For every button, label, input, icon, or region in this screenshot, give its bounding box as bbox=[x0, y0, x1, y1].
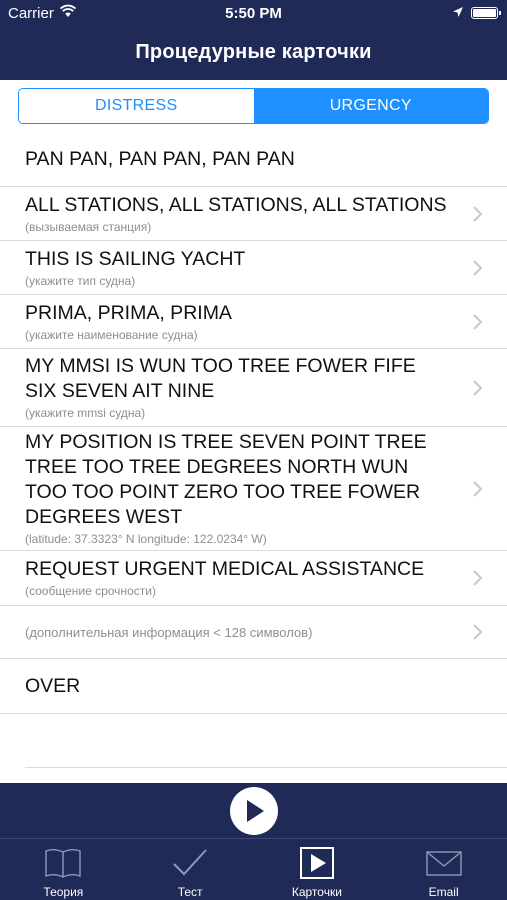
chevron-right-icon bbox=[473, 313, 482, 330]
battery-icon bbox=[471, 7, 501, 19]
row-main-text: REQUEST URGENT MEDICAL ASSISTANCE bbox=[25, 558, 425, 580]
mode-segmented-control: DISTRESS URGENCY bbox=[18, 88, 489, 124]
list-item-urgency-message[interactable]: REQUEST URGENT MEDICAL ASSISTANCE (сообщ… bbox=[0, 551, 507, 606]
tab-label: Email bbox=[428, 885, 459, 899]
list-item-position[interactable]: MY POSITION IS TREE SEVEN POINT TREE TRE… bbox=[0, 427, 507, 551]
tab-theory[interactable]: Теория bbox=[0, 839, 127, 900]
tab-label: Тест bbox=[177, 885, 203, 899]
page-title: Процедурные карточки bbox=[135, 41, 372, 63]
chevron-right-icon bbox=[473, 379, 482, 396]
procedure-list: PAN PAN, PAN PAN, PAN PAN ALL STATIONS, … bbox=[0, 132, 507, 768]
row-hint-text: (сообщение срочности) bbox=[25, 584, 156, 598]
row-hint-text: (дополнительная информация < 128 символо… bbox=[25, 624, 313, 640]
tab-email[interactable]: Email bbox=[380, 839, 507, 900]
play-button[interactable] bbox=[230, 787, 278, 835]
tab-label: Теория bbox=[43, 885, 84, 899]
envelope-icon bbox=[425, 851, 462, 876]
play-icon bbox=[247, 800, 264, 822]
navigation-header: Carrier 5:50 PM Процедурные карточки bbox=[0, 0, 507, 80]
row-hint-text: (latitude: 37.3323° N longitude: 122.023… bbox=[25, 532, 267, 546]
row-hint-text: (укажите тип судна) bbox=[25, 273, 136, 288]
tab-test[interactable]: Тест bbox=[127, 839, 254, 900]
list-item-all-stations[interactable]: ALL STATIONS, ALL STATIONS, ALL STATIONS… bbox=[0, 187, 507, 241]
row-hint-text: (укажите наименование судна) bbox=[25, 327, 198, 342]
list-item-mmsi[interactable]: MY MMSI IS WUN TOO TREE FOWER FIFE SIX S… bbox=[0, 349, 507, 427]
status-time: 5:50 PM bbox=[225, 5, 282, 22]
chevron-right-icon bbox=[473, 570, 482, 586]
row-main-text: OVER bbox=[25, 674, 81, 697]
row-main-text: MY MMSI IS WUN TOO TREE FOWER FIFE SIX S… bbox=[25, 355, 416, 402]
chevron-right-icon bbox=[473, 480, 482, 497]
segment-urgency[interactable]: URGENCY bbox=[253, 89, 488, 123]
row-main-text: PRIMA, PRIMA, PRIMA bbox=[25, 301, 232, 324]
checkmark-icon bbox=[173, 849, 207, 876]
list-item-empty bbox=[25, 714, 507, 768]
row-main-text: MY POSITION IS TREE SEVEN POINT TREE TRE… bbox=[25, 431, 427, 528]
list-item-vessel-type[interactable]: THIS IS SAILING YACHT (укажите тип судна… bbox=[0, 241, 507, 295]
row-main-text: PAN PAN, PAN PAN, PAN PAN bbox=[25, 147, 295, 170]
list-item-over[interactable]: OVER bbox=[0, 659, 507, 714]
segment-distress[interactable]: DISTRESS bbox=[19, 89, 254, 123]
tab-label: Карточки bbox=[291, 885, 342, 899]
location-arrow-icon bbox=[453, 7, 463, 17]
list-item-pan-pan[interactable]: PAN PAN, PAN PAN, PAN PAN bbox=[0, 132, 507, 187]
play-card-icon bbox=[299, 847, 334, 879]
chevron-right-icon bbox=[473, 205, 482, 222]
book-icon bbox=[45, 849, 82, 878]
row-main-text: ALL STATIONS, ALL STATIONS, ALL STATIONS bbox=[25, 193, 447, 216]
row-hint-text: (вызываемая станция) bbox=[25, 219, 152, 234]
status-bar: Carrier 5:50 PM bbox=[0, 0, 507, 28]
tab-cards[interactable]: Карточки bbox=[254, 839, 381, 900]
row-main-text: THIS IS SAILING YACHT bbox=[25, 247, 246, 270]
chevron-right-icon bbox=[473, 259, 482, 276]
list-item-vessel-name[interactable]: PRIMA, PRIMA, PRIMA (укажите наименовани… bbox=[0, 295, 507, 349]
chevron-right-icon bbox=[473, 624, 482, 640]
list-item-additional-info[interactable]: (дополнительная информация < 128 символо… bbox=[0, 606, 507, 659]
row-hint-text: (укажите mmsi судна) bbox=[25, 406, 146, 420]
tab-bar: Теория Тест Карточки Email bbox=[0, 838, 507, 900]
